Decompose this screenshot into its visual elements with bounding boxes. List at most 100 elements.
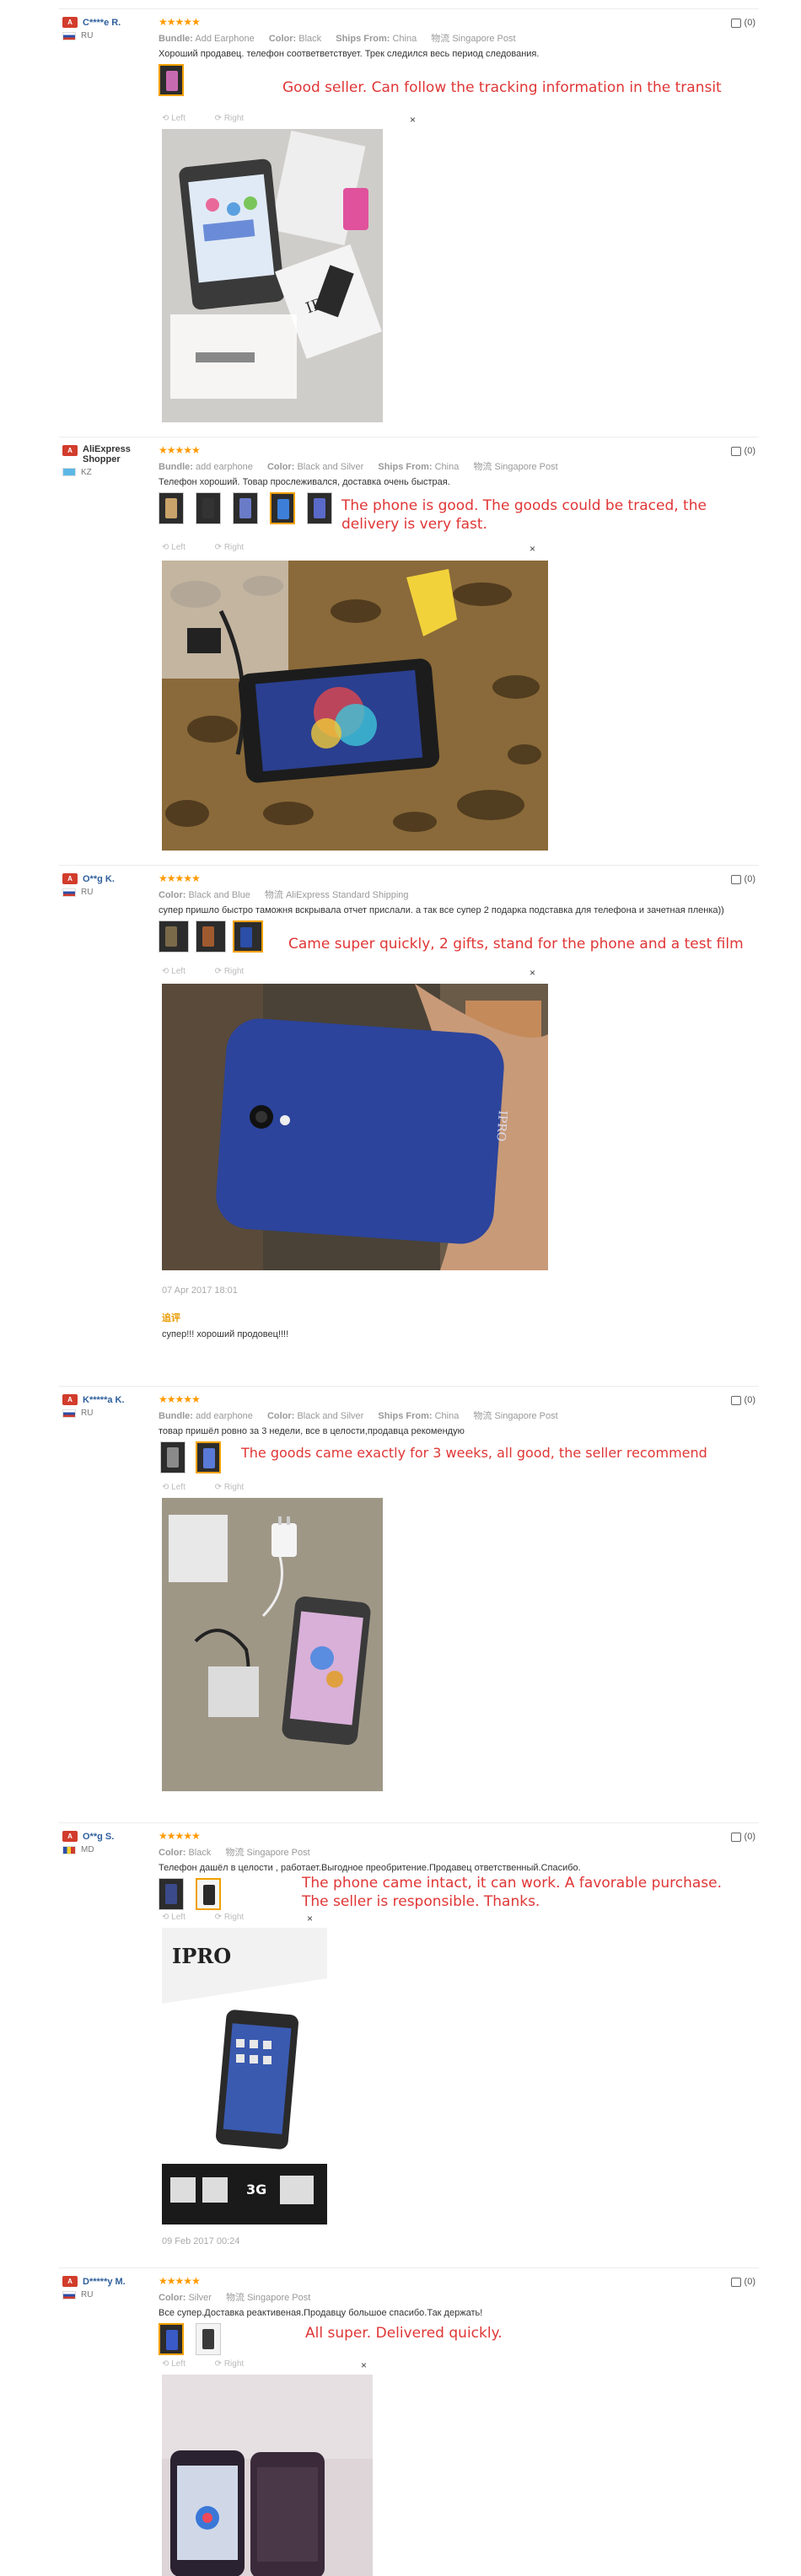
additional-feedback-label: 追评	[162, 1313, 180, 1323]
review-photo[interactable]	[162, 561, 548, 851]
review-photo[interactable]: IPRO	[162, 984, 548, 1270]
star-rating: ★★★★★	[159, 16, 201, 28]
shipping-method: 物流 Singapore Post	[473, 462, 558, 472]
photo-thumbnail[interactable]	[159, 64, 184, 96]
reviewer-name[interactable]: D*****y M.	[83, 2277, 126, 2287]
photo-viewer-toolbar: ⟲ Left ⟳ Right ×	[162, 2359, 383, 2373]
review-photo[interactable]: IPRO 3G	[162, 1928, 327, 2224]
phone-brand-text: IPRO	[493, 1110, 509, 1142]
reviewer-country: KZ	[62, 468, 155, 477]
helpful-button[interactable]: (0)	[730, 1395, 755, 1405]
translation-annotation: The phone is good. The goods could be tr…	[341, 497, 707, 533]
review-text: супер пришло быстро таможня вскрывала от…	[159, 905, 724, 915]
review-text: товар пришёл ровно за 3 недели, все в це…	[159, 1426, 465, 1436]
rotate-right-button[interactable]: ⟳ Right	[215, 1913, 258, 1922]
reviewer-info: A O**g K. RU	[62, 872, 155, 897]
close-icon[interactable]: ×	[410, 114, 416, 126]
review-photo[interactable]: IPRO	[162, 129, 383, 422]
rotate-left-button[interactable]: ⟲ Left	[162, 114, 199, 123]
photo-thumbnail[interactable]	[196, 1878, 221, 1910]
review-date: 07 Apr 2017 18:01	[162, 1285, 238, 1296]
photo-thumbnail[interactable]	[233, 492, 258, 524]
meta-key: Color:	[266, 462, 295, 472]
order-info: Color: Silver 物流 Singapore Post	[159, 2290, 749, 2304]
country-code: RU	[81, 1409, 94, 1419]
helpful-button[interactable]: (0)	[730, 2277, 755, 2287]
thumbs-up-icon	[730, 446, 741, 456]
thumbs-up-icon	[730, 1832, 741, 1842]
photo-viewer-toolbar: ⟲ Left ⟳ Right ×	[162, 1913, 383, 1926]
like-count: (0)	[744, 2277, 755, 2287]
helpful-button[interactable]: (0)	[730, 18, 755, 28]
rotate-left-button[interactable]: ⟲ Left	[162, 1913, 199, 1922]
photo-thumbnail[interactable]	[159, 920, 189, 953]
rotate-left-button[interactable]: ⟲ Left	[162, 2359, 199, 2369]
order-info: Bundle: add earphone Color: Black and Si…	[159, 1409, 749, 1422]
reviewer-name[interactable]: O**g S.	[83, 1832, 114, 1842]
close-icon[interactable]: ×	[530, 967, 535, 979]
meta-key: Color:	[159, 890, 186, 900]
rotate-left-button[interactable]: ⟲ Left	[162, 543, 199, 552]
photo-thumbnail[interactable]	[196, 492, 221, 524]
shipping-method: 物流 Singapore Post	[473, 1411, 558, 1421]
review-photo[interactable]	[162, 1498, 383, 1791]
shipping-method: 物流 Singapore Post	[225, 1848, 310, 1858]
photo-thumbnail[interactable]	[196, 2323, 221, 2355]
rotate-right-button[interactable]: ⟳ Right	[215, 1483, 258, 1492]
meta-key: Bundle:	[159, 462, 193, 472]
reviewer-name[interactable]: K*****a K.	[83, 1395, 125, 1405]
country-code: MD	[81, 1845, 94, 1855]
close-icon[interactable]: ×	[361, 2359, 367, 2371]
photo-viewer-toolbar: ⟲ Left ⟳ Right ×	[162, 543, 548, 556]
photo-thumbnail[interactable]	[159, 1878, 184, 1910]
rotate-right-button[interactable]: ⟳ Right	[215, 543, 258, 552]
reviewer-info: A D*****y M. RU	[62, 2275, 155, 2300]
photo-thumbnail[interactable]	[307, 492, 332, 524]
aliexpress-badge-icon: A	[62, 1394, 78, 1406]
star-rating: ★★★★★	[159, 1830, 201, 1842]
photo-thumbnail[interactable]	[196, 1441, 221, 1473]
star-rating: ★★★★★	[159, 2275, 201, 2287]
rotate-left-button[interactable]: ⟲ Left	[162, 1483, 199, 1492]
reviewer-name[interactable]: C****e R.	[83, 18, 121, 28]
photo-thumbnail[interactable]	[159, 2323, 184, 2355]
rotate-right-button[interactable]: ⟳ Right	[215, 967, 258, 976]
rotate-right-button[interactable]: ⟳ Right	[215, 114, 258, 123]
review-text: Телефон хороший. Товар прослеживался, до…	[159, 477, 450, 487]
review-item: A O**g K. RU ★★★★★ Color: Black and Blue …	[59, 865, 759, 1379]
translation-annotation: The phone came intact, it can work. A fa…	[302, 1875, 723, 1910]
photo-thumbnail[interactable]	[233, 920, 263, 953]
close-icon[interactable]: ×	[530, 543, 535, 555]
close-icon[interactable]: ×	[307, 1913, 313, 1924]
photo-thumbnail[interactable]	[270, 492, 295, 524]
thumbs-up-icon	[730, 2277, 741, 2287]
reviewer-name[interactable]: O**g K.	[83, 874, 115, 884]
reviewer-info: A C****e R. RU	[62, 16, 155, 40]
reviewer-name[interactable]: AliExpress Shopper	[83, 444, 150, 464]
country-code: KZ	[81, 468, 92, 477]
photo-thumbnail[interactable]	[160, 1441, 185, 1473]
helpful-button[interactable]: (0)	[730, 874, 755, 884]
flag-icon	[62, 888, 76, 897]
meta-key: Ships From:	[378, 462, 433, 472]
review-item: A AliExpress Shopper KZ ★★★★★ Bundle: add…	[59, 437, 759, 858]
photo-viewer-toolbar: ⟲ Left ⟳ Right ×	[162, 967, 548, 980]
meta-value: Black	[188, 1848, 212, 1858]
photo-viewer-toolbar: ⟲ Left ⟳ Right	[162, 1483, 383, 1496]
flag-icon	[62, 2290, 76, 2300]
photo-thumbnail[interactable]	[159, 492, 184, 524]
review-photo[interactable]	[162, 2375, 373, 2576]
review-item: A C****e R. RU ★★★★★ Bundle: Add Earphone…	[59, 8, 759, 430]
order-info: Color: Black and Blue 物流 AliExpress Stan…	[159, 888, 749, 901]
helpful-button[interactable]: (0)	[730, 1832, 755, 1842]
shipping-method: 物流 AliExpress Standard Shipping	[264, 890, 409, 900]
like-count: (0)	[744, 18, 755, 28]
meta-value: Black and Blue	[188, 890, 250, 900]
rotate-left-button[interactable]: ⟲ Left	[162, 967, 199, 976]
helpful-button[interactable]: (0)	[730, 446, 755, 456]
rotate-right-button[interactable]: ⟳ Right	[215, 2359, 258, 2369]
reviewer-country: MD	[62, 1845, 155, 1854]
translation-annotation: Good seller. Can follow the tracking inf…	[282, 79, 722, 96]
photo-thumbnail[interactable]	[196, 920, 226, 953]
order-info: Bundle: Add Earphone Color: Black Ships …	[159, 31, 749, 45]
